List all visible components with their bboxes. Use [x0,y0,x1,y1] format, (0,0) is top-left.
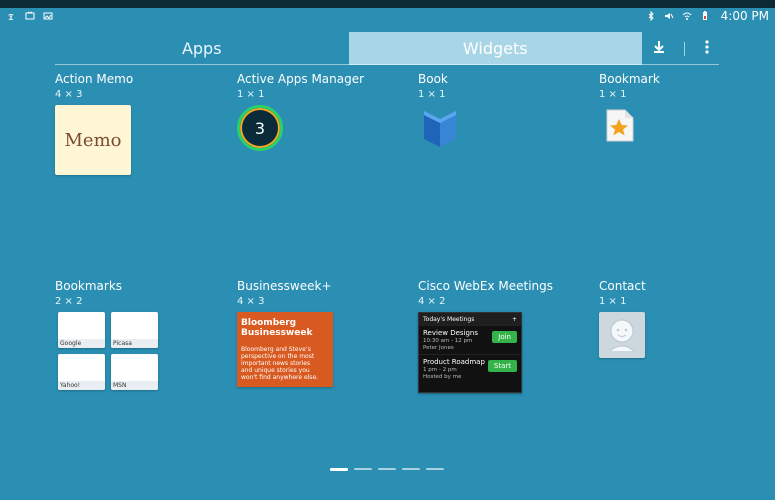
webex-meeting-title: Review Designs [423,329,479,337]
webex-meeting-row: Product Roadmap 1 pm - 2 pm Hosted by me… [419,354,521,383]
status-bar: 𝕿 4:00 PM [0,8,775,24]
webex-meeting-host: Hosted by me [423,374,462,380]
page-indicator [330,468,450,474]
tab-actions [643,32,719,65]
memo-preview-text: Memo [64,129,122,151]
bookmark-preview[interactable] [599,105,769,149]
webex-join-button: Join [492,331,517,343]
widget-bookmark[interactable]: Bookmark 1 × 1 [599,72,769,149]
status-bar-strip [0,0,775,8]
widget-size: 4 × 3 [55,89,83,100]
widget-name: Book [418,72,448,86]
page-dot [402,468,420,470]
bookmark-tile-label: Google [58,339,105,348]
page-dot [330,468,348,471]
book-preview[interactable] [418,105,588,153]
nyt-icon: 𝕿 [6,10,18,22]
status-bar-right: 4:00 PM [639,9,775,23]
widget-bookmarks[interactable]: Bookmarks 2 × 2 Google Picasa Yahoo! MSN [55,279,225,390]
webex-meeting-info: Product Roadmap 1 pm - 2 pm Hosted by me [423,358,485,380]
tab-widgets[interactable]: Widgets [348,32,642,65]
webex-meeting-time: 1 pm - 2 pm [423,367,457,373]
book-icon [418,111,462,153]
widget-size: 2 × 2 [55,296,83,307]
page-dot [426,468,444,470]
bookmark-tile-label: Yahoo! [58,381,105,390]
svg-text:𝕿: 𝕿 [8,13,14,21]
bookmark-tile-yahoo[interactable]: Yahoo! [58,354,105,390]
widget-contact[interactable]: Contact 1 × 1 [599,279,769,358]
active-apps-badge-icon: 3 [237,105,283,151]
widget-size: 1 × 1 [418,89,446,100]
webex-preview-title: Today's Meetings [423,315,475,323]
status-time: 4:00 PM [720,9,769,23]
webex-meeting-row: Review Designs 10:30 am - 12 pm Peter Jo… [419,325,521,354]
contact-preview[interactable] [599,312,645,358]
webex-start-button: Start [487,360,517,372]
tv-icon [24,10,36,22]
widget-name: Contact [599,279,646,293]
bookmark-tile-picasa[interactable]: Picasa [111,312,158,348]
widget-name: Bookmarks [55,279,123,293]
overflow-menu-icon[interactable] [704,39,710,59]
widget-size: 1 × 1 [599,89,627,100]
image-icon [42,10,54,22]
page-dot [378,468,396,470]
widget-size: 1 × 1 [237,89,265,100]
webex-meeting-info: Review Designs 10:30 am - 12 pm Peter Jo… [423,329,478,351]
widget-size: 4 × 2 [418,296,446,307]
bookmark-tile-google[interactable]: Google [58,312,105,348]
download-icon[interactable] [652,39,666,58]
widget-size: 1 × 1 [599,296,627,307]
page-dot [354,468,372,470]
active-apps-count: 3 [254,118,266,138]
contact-avatar-icon [602,313,642,357]
bookmark-star-icon [599,109,639,149]
status-bar-left: 𝕿 [0,10,60,22]
bookmark-tile-label: MSN [111,381,158,390]
actions-divider [684,41,686,56]
widget-book[interactable]: Book 1 × 1 [418,72,588,153]
widget-name: Action Memo [55,72,134,86]
businessweek-preview[interactable]: Bloomberg Businessweek Bloomberg and Ste… [237,312,333,387]
bookmark-tile-label: Picasa [111,339,158,348]
widget-name: Businessweek+ [237,279,332,293]
mute-icon [663,10,675,22]
bookmark-tile-msn[interactable]: MSN [111,354,158,390]
active-apps-manager-preview[interactable]: 3 [237,105,407,151]
webex-preview-header: Today's Meetings + [419,313,521,325]
widget-tabs: Apps Widgets [55,32,642,65]
tab-apps[interactable]: Apps [55,32,349,65]
widget-businessweek[interactable]: Businessweek+ 4 × 3 Bloomberg Businesswe… [237,279,407,387]
webex-add-icon: + [511,315,517,323]
bookmarks-preview[interactable]: Google Picasa Yahoo! MSN [58,312,158,390]
bluetooth-icon [645,10,657,22]
widget-size: 4 × 3 [237,296,265,307]
tab-underline [55,64,719,65]
webex-meeting-time: 10:30 am - 12 pm [423,338,473,344]
widget-name: Cisco WebEx Meetings [418,279,554,293]
webex-preview[interactable]: Today's Meetings + Review Designs 10:30 … [418,312,522,393]
businessweek-preview-text: Bloomberg and Steve’s perspective on the… [241,346,319,381]
wifi-icon [681,10,693,22]
widget-action-memo[interactable]: Action Memo 4 × 3 Memo [55,72,225,175]
action-memo-preview[interactable]: Memo [55,105,131,175]
widget-active-apps-manager[interactable]: Active Apps Manager 1 × 1 3 [237,72,407,151]
battery-icon [699,10,711,22]
widget-name: Bookmark [599,72,660,86]
widget-name: Active Apps Manager [237,72,365,86]
widget-cisco-webex-meetings[interactable]: Cisco WebEx Meetings 4 × 2 Today's Meeti… [418,279,588,393]
webex-meeting-title: Product Roadmap [423,358,485,366]
businessweek-preview-title: Bloomberg Businessweek [241,318,313,338]
webex-meeting-host: Peter Jones [423,345,454,351]
